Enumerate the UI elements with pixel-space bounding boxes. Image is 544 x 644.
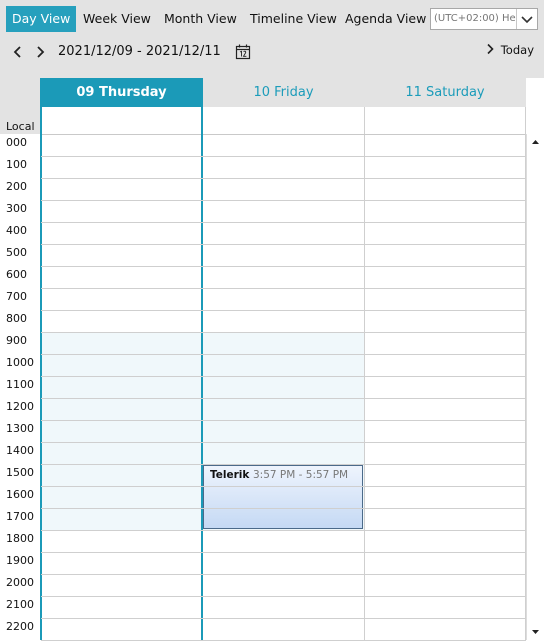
hour-gridline	[41, 354, 526, 355]
chevron-left-icon	[13, 46, 21, 58]
next-button[interactable]	[31, 43, 49, 61]
view-tabs-bar: Day View Week View Month View Timeline V…	[0, 0, 544, 38]
hour-gridline	[41, 288, 526, 289]
tab-timeline-view[interactable]: Timeline View	[250, 6, 337, 32]
hour-gridline	[41, 398, 526, 399]
time-label: 100	[6, 158, 27, 171]
time-label: 1700	[6, 510, 34, 523]
time-label: 1300	[6, 422, 34, 435]
scroll-down-button[interactable]	[527, 624, 544, 640]
today-button[interactable]: Today	[485, 43, 534, 57]
day-header-thursday[interactable]: 09 Thursday	[41, 78, 202, 107]
appointment-telerik[interactable]: Telerik 3:57 PM - 5:57 PM	[203, 465, 363, 529]
time-label: 300	[6, 202, 27, 215]
arrow-up-icon	[532, 140, 539, 144]
chevron-right-icon	[37, 46, 45, 58]
time-label: 1100	[6, 378, 34, 391]
time-label: 2100	[6, 598, 34, 611]
time-label: 1200	[6, 400, 34, 413]
column-divider	[364, 135, 365, 640]
hour-gridline	[41, 178, 526, 179]
time-label: 000	[6, 136, 27, 149]
time-label: 400	[6, 224, 27, 237]
time-column-header: Local	[0, 78, 40, 134]
hour-gridline	[41, 574, 526, 575]
timezone-dropdown[interactable]: (UTC+02:00) Hel	[430, 8, 538, 30]
date-navigation-bar: 2021/12/09 - 2021/12/11 Today	[0, 38, 544, 78]
time-label: 200	[6, 180, 27, 193]
hour-gridline	[41, 376, 526, 377]
time-label: 500	[6, 246, 27, 259]
hour-gridline	[41, 266, 526, 267]
grid-right-border	[525, 107, 526, 640]
hour-gridline	[41, 222, 526, 223]
date-range: 2021/12/09 - 2021/12/11	[58, 44, 221, 59]
timezone-value: (UTC+02:00) Hel	[434, 13, 516, 24]
hour-gridline	[41, 618, 526, 619]
time-label: 2000	[6, 576, 34, 589]
vertical-scrollbar[interactable]	[526, 134, 544, 640]
time-label: 1900	[6, 554, 34, 567]
local-label: Local	[6, 120, 35, 133]
current-day-marker	[40, 78, 42, 640]
time-label: 900	[6, 334, 27, 347]
hour-gridline	[41, 420, 526, 421]
all-day-row[interactable]	[41, 107, 526, 135]
hour-gridline	[41, 552, 526, 553]
hour-gridline	[41, 486, 526, 487]
time-label: 800	[6, 312, 27, 325]
time-label: 700	[6, 290, 27, 303]
day-header-friday[interactable]: 10 Friday	[203, 78, 364, 107]
day-header-saturday[interactable]: 11 Saturday	[364, 78, 526, 107]
tab-agenda-view[interactable]: Agenda View	[345, 6, 426, 32]
time-label: 1000	[6, 356, 34, 369]
time-label: 1500	[6, 466, 34, 479]
appointment-subject: Telerik	[210, 469, 250, 481]
chevron-down-icon[interactable]	[516, 9, 537, 29]
time-label: 1600	[6, 488, 34, 501]
time-label: 1800	[6, 532, 34, 545]
hour-gridline	[41, 156, 526, 157]
calendar-icon	[235, 44, 251, 60]
time-label: 600	[6, 268, 27, 281]
hour-gridline	[41, 530, 526, 531]
hour-gridline	[41, 508, 526, 509]
scheduler-grid: Local 09 Thursday 10 Friday 11 Saturday …	[0, 78, 544, 641]
time-label: 2200	[6, 620, 34, 633]
calendar-button[interactable]	[234, 43, 252, 61]
hour-gridline	[41, 332, 526, 333]
hour-gridline	[41, 442, 526, 443]
hour-gridline	[41, 464, 526, 465]
scroll-up-button[interactable]	[527, 134, 544, 150]
tab-month-view[interactable]: Month View	[164, 6, 237, 32]
hour-gridline	[41, 640, 526, 641]
hour-gridline	[41, 244, 526, 245]
arrow-down-icon	[532, 630, 539, 634]
tab-day-view[interactable]: Day View	[6, 6, 77, 32]
hour-gridline	[41, 596, 526, 597]
current-day-marker	[201, 78, 203, 640]
time-label: 1400	[6, 444, 34, 457]
previous-button[interactable]	[9, 43, 27, 61]
appointment-time: 3:57 PM - 5:57 PM	[253, 469, 349, 481]
hour-gridline	[41, 200, 526, 201]
column-divider	[364, 107, 365, 134]
tab-week-view[interactable]: Week View	[83, 6, 151, 32]
today-label: Today	[500, 43, 534, 57]
hour-gridline	[41, 310, 526, 311]
chevron-right-icon	[487, 43, 494, 55]
